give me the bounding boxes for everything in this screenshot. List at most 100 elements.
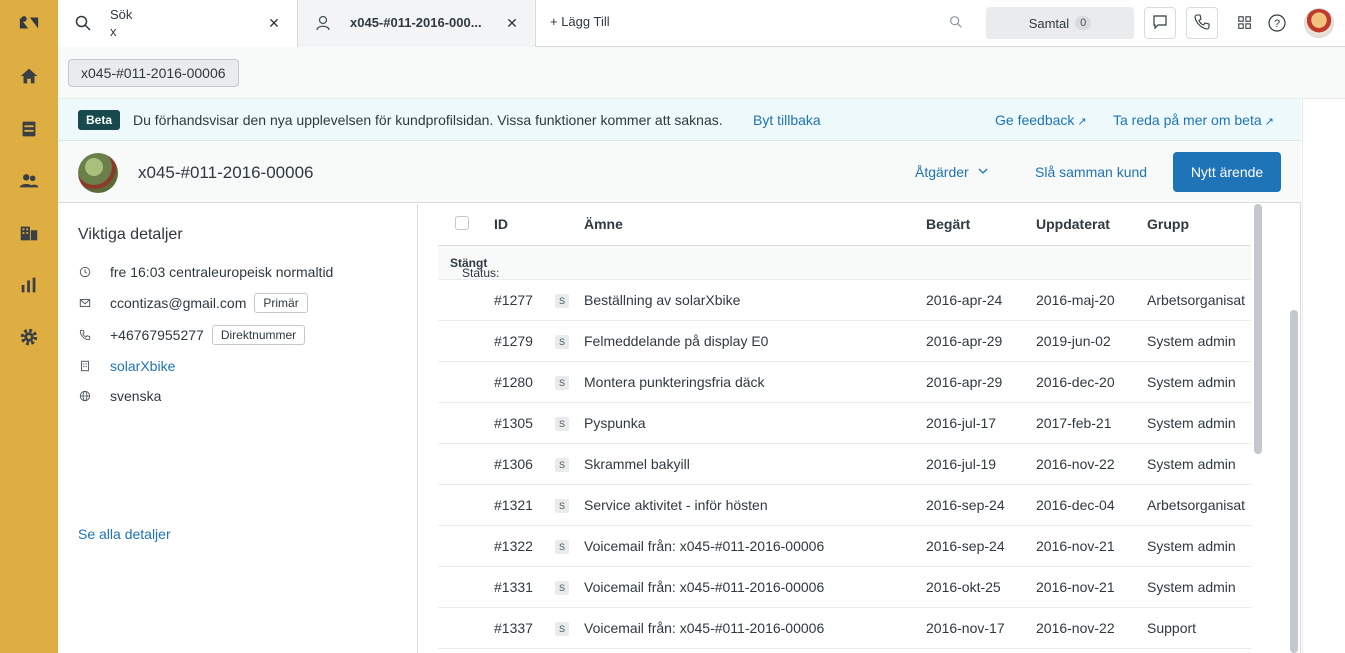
ticket-updated: 2016-nov-22	[1036, 456, 1115, 472]
ticket-id: #1279	[494, 333, 533, 349]
ticket-id: #1280	[494, 374, 533, 390]
phone-icon	[1193, 13, 1211, 34]
select-all-checkbox[interactable]	[455, 216, 469, 230]
customer-name: x045-#011-2016-00006	[138, 163, 314, 182]
ticket-group: System admin	[1147, 374, 1236, 390]
page-scrollbar[interactable]	[1290, 310, 1298, 653]
tab-search[interactable]: Sök x ✕	[58, 0, 298, 47]
samtal-count: 0	[1075, 16, 1092, 30]
views-icon[interactable]	[14, 114, 44, 144]
feedback-link[interactable]: Ge feedback ↗	[995, 112, 1087, 128]
breadcrumb-customer[interactable]: x045-#011-2016-00006	[68, 59, 239, 87]
globe-icon	[78, 389, 92, 403]
detail-language: svenska	[78, 385, 161, 407]
learn-more-link[interactable]: Ta reda på mer om beta ↗	[1113, 112, 1274, 128]
ticket-updated: 2019-jun-02	[1036, 333, 1111, 349]
organizations-icon[interactable]	[14, 218, 44, 248]
col-id[interactable]: ID	[494, 216, 508, 232]
ticket-subject: Montera punkteringsfria däck	[584, 374, 765, 390]
ticket-subject: Skrammel bakyill	[584, 456, 690, 472]
tab-title: x045-#011-2016-000...	[350, 15, 482, 30]
table-row[interactable]: #1277 S Beställning av solarXbike 2016-a…	[438, 280, 1251, 321]
samtal-label: Samtal	[1028, 15, 1070, 31]
status-badge: S	[555, 622, 569, 636]
zendesk-logo-icon[interactable]	[14, 8, 44, 38]
table-row[interactable]: #1331 S Voicemail från: x045-#011-2016-0…	[438, 567, 1251, 608]
table-row[interactable]: #1305 S Pyspunka 2016-jul-17 2017-feb-21…	[438, 403, 1251, 444]
status-label: Status:	[462, 266, 500, 280]
ticket-updated: 2016-dec-04	[1036, 497, 1115, 513]
samtal-button[interactable]: Samtal 0	[986, 7, 1134, 39]
primary-tag: Primär	[254, 293, 308, 313]
left-nav	[0, 0, 58, 653]
table-row[interactable]: #1280 S Montera punkteringsfria däck 201…	[438, 362, 1251, 403]
search-icon[interactable]	[948, 14, 966, 32]
col-subject[interactable]: Ämne	[584, 216, 623, 232]
organization-link[interactable]: solarXbike	[110, 358, 175, 374]
table-header: ID Ämne Begärt Uppdaterat Grupp	[438, 204, 1251, 246]
tab-title: Sök	[110, 7, 133, 22]
add-tab-button[interactable]: + Lägg Till	[550, 14, 610, 29]
beta-badge: Beta	[78, 110, 121, 130]
table-row[interactable]: #1337 S Voicemail från: x045-#011-2016-0…	[438, 608, 1251, 649]
profile-header: x045-#011-2016-00006 Åtgärder Slå samman…	[58, 141, 1301, 203]
table-row[interactable]: #1306 S Skrammel bakyill 2016-jul-19 201…	[438, 444, 1251, 485]
home-icon[interactable]	[14, 61, 44, 91]
external-link-icon: ↗	[1077, 116, 1087, 128]
ticket-updated: 2016-nov-21	[1036, 538, 1115, 554]
ticket-id: #1337	[494, 620, 533, 636]
ticket-requested: 2016-nov-17	[926, 620, 1005, 636]
top-bar: Sök x ✕ x045-#011-2016-000... ✕ + Lägg T…	[58, 0, 1345, 47]
ticket-id: #1321	[494, 497, 533, 513]
table-row[interactable]: #1279 S Felmeddelande på display E0 2016…	[438, 321, 1251, 362]
reporting-icon[interactable]	[14, 270, 44, 300]
phone-button[interactable]	[1186, 7, 1218, 39]
status-badge: S	[555, 294, 569, 308]
tab-customer[interactable]: x045-#011-2016-000... ✕	[298, 0, 536, 47]
ticket-requested: 2016-jul-17	[926, 415, 997, 431]
switch-back-link[interactable]: Byt tillbaka	[753, 112, 821, 128]
external-link-icon: ↗	[1264, 116, 1274, 128]
col-group[interactable]: Grupp	[1147, 216, 1189, 232]
breadcrumb: x045-#011-2016-00006	[58, 47, 1345, 99]
help-icon[interactable]: ?	[1267, 13, 1287, 33]
customer-avatar	[78, 153, 118, 193]
ticket-subject: Beställning av solarXbike	[584, 292, 741, 308]
status-badge: S	[555, 335, 569, 349]
ticket-updated: 2016-dec-20	[1036, 374, 1115, 390]
actions-dropdown[interactable]: Åtgärder	[915, 164, 989, 180]
ticket-group: System admin	[1147, 538, 1236, 554]
mail-icon	[78, 296, 92, 310]
admin-gear-icon[interactable]	[14, 322, 44, 352]
table-scrollbar[interactable]	[1254, 204, 1262, 454]
ticket-requested: 2016-apr-29	[926, 374, 1003, 390]
see-all-details-link[interactable]: Se alla detaljer	[78, 526, 171, 542]
customers-icon[interactable]	[14, 166, 44, 196]
ticket-subject: Felmeddelande på display E0	[584, 333, 769, 349]
apps-grid-icon[interactable]	[1235, 13, 1255, 33]
ticket-requested: 2016-sep-24	[926, 538, 1005, 554]
ticket-updated: 2017-feb-21	[1036, 415, 1112, 431]
right-panel-strip	[1302, 99, 1345, 653]
beta-banner: Beta Du förhandsvisar den nya upplevelse…	[58, 99, 1301, 141]
table-row[interactable]: #1322 S Voicemail från: x045-#011-2016-0…	[438, 526, 1251, 567]
close-icon[interactable]: ✕	[265, 14, 283, 32]
search-icon	[74, 14, 92, 32]
col-requested[interactable]: Begärt	[926, 216, 970, 232]
ticket-subject: Voicemail från: x045-#011-2016-00006	[584, 620, 825, 636]
chat-button[interactable]	[1144, 7, 1176, 39]
user-avatar[interactable]	[1304, 8, 1334, 38]
ticket-group: Arbetsorganisat	[1147, 497, 1246, 513]
ticket-subject: Voicemail från: x045-#011-2016-00006	[584, 538, 825, 554]
ticket-group: System admin	[1147, 415, 1236, 431]
close-icon[interactable]: ✕	[503, 14, 521, 32]
col-updated[interactable]: Uppdaterat	[1036, 216, 1110, 232]
status-badge: S	[555, 417, 569, 431]
new-ticket-button[interactable]: Nytt ärende	[1173, 152, 1281, 192]
merge-customer-button[interactable]: Slå samman kund	[1035, 164, 1147, 180]
ticket-id: #1331	[494, 579, 533, 595]
ticket-requested: 2016-apr-24	[926, 292, 1003, 308]
detail-email: ccontizas@gmail.com Primär	[78, 292, 308, 314]
status-badge: S	[555, 540, 569, 554]
table-row[interactable]: #1321 S Service aktivitet - inför hösten…	[438, 485, 1251, 526]
